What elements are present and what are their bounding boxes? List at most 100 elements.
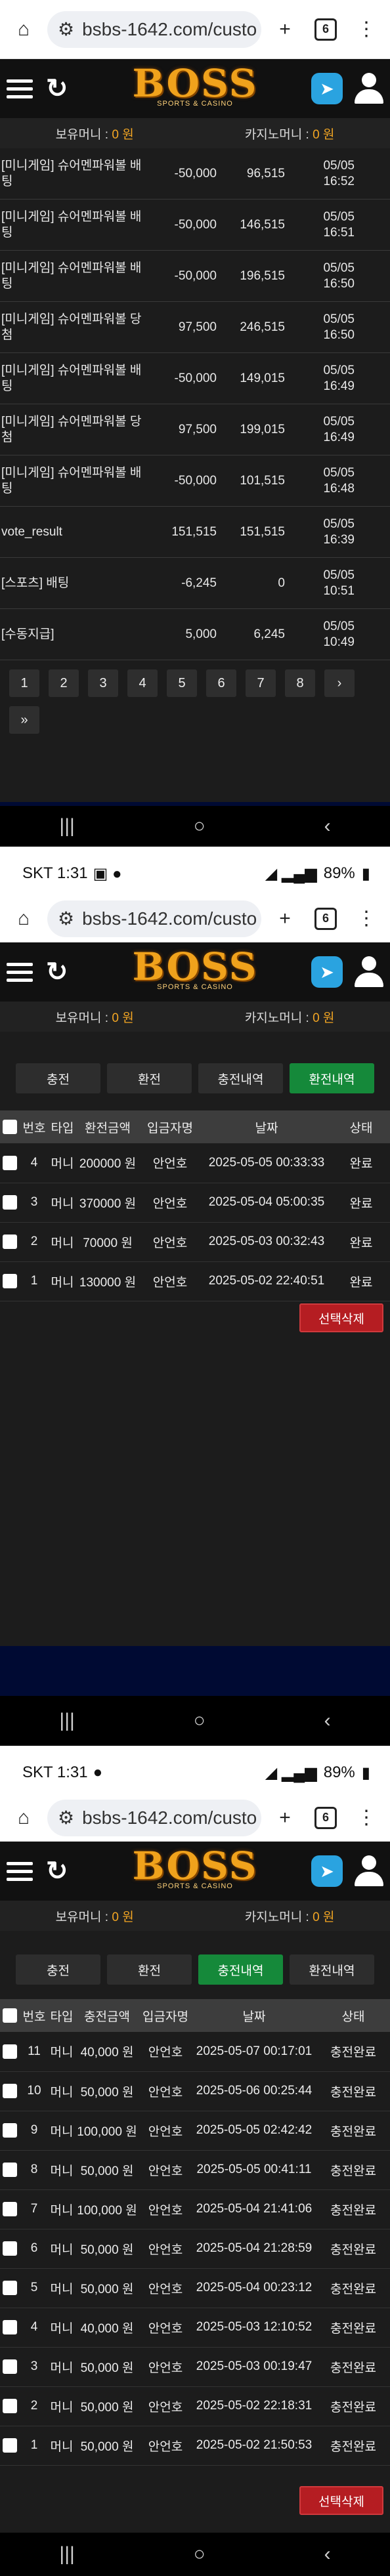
tab-deposit[interactable]: 충전: [16, 1063, 100, 1093]
page-button[interactable]: 4: [127, 669, 158, 697]
refresh-icon[interactable]: ↻: [46, 957, 68, 987]
page-button[interactable]: 7: [246, 669, 276, 697]
menu-icon[interactable]: [7, 962, 33, 982]
home-button-icon[interactable]: ○: [194, 815, 206, 837]
cell-no: 3: [20, 1183, 49, 1223]
cell-no: 3: [20, 2347, 49, 2387]
site-settings-icon[interactable]: ⚙: [58, 1807, 74, 1828]
page-button[interactable]: 2: [49, 669, 79, 697]
tab-withdraw-history[interactable]: 환전내역: [290, 1063, 374, 1093]
row-checkbox[interactable]: [3, 1194, 17, 1210]
back-icon[interactable]: ‹: [324, 815, 331, 837]
home-button-icon[interactable]: ○: [194, 1710, 206, 1732]
cell-no: 9: [20, 2111, 49, 2151]
home-icon[interactable]: ⌂: [7, 1801, 41, 1835]
history-balance: 0: [278, 576, 285, 590]
back-icon[interactable]: ‹: [324, 2543, 331, 2565]
new-tab-icon[interactable]: +: [268, 12, 302, 47]
site-settings-icon[interactable]: ⚙: [58, 18, 74, 40]
history-date: 05/05: [323, 517, 355, 531]
table-row: 3 머니 370000 원 안언호 2025-05-04 05:00:35 완료: [0, 1183, 390, 1223]
refresh-icon[interactable]: ↻: [46, 1856, 68, 1886]
table-row: 7 머니 100,000 원 안언호 2025-05-04 21:41:06 충전완료: [0, 2189, 390, 2229]
page-button[interactable]: 3: [88, 669, 118, 697]
cell-status: 충전완료: [316, 2347, 390, 2387]
tab-deposit-history[interactable]: 충전내역: [198, 1954, 283, 1985]
row-checkbox[interactable]: [3, 2083, 17, 2098]
select-all-checkbox[interactable]: [3, 1119, 17, 1134]
tab-switcher-icon[interactable]: 6: [309, 12, 343, 47]
row-checkbox[interactable]: [3, 2044, 17, 2059]
tab-deposit-history[interactable]: 충전내역: [198, 1063, 283, 1093]
row-checkbox[interactable]: [3, 1273, 17, 1288]
telegram-icon[interactable]: ➤: [311, 956, 343, 988]
row-checkbox-cell: [0, 2268, 20, 2308]
row-checkbox[interactable]: [3, 2241, 17, 2256]
site-logo[interactable]: BOSS SPORTS & CASINO: [132, 63, 257, 108]
row-checkbox[interactable]: [3, 2280, 17, 2295]
row-checkbox[interactable]: [3, 1234, 17, 1249]
row-checkbox-cell: [0, 1143, 20, 1183]
history-time: 16:49: [323, 379, 355, 393]
recent-apps-icon[interactable]: |||: [59, 815, 74, 837]
page-button[interactable]: 6: [206, 669, 236, 697]
back-icon[interactable]: ‹: [324, 1710, 331, 1732]
tab-switcher-icon[interactable]: 6: [309, 902, 343, 936]
tab-withdraw[interactable]: 환전: [107, 1954, 192, 1985]
address-bar[interactable]: ⚙ bsbs-1642.com/custo: [47, 1799, 261, 1836]
home-button-icon[interactable]: ○: [194, 2543, 206, 2565]
history-desc: [미니게임] 슈어멘파워볼 배팅: [1, 261, 142, 291]
deposit-history-screen: SKT 1:31 ● ◢ ▂▄▆ 89% ▮ ⌂ ⚙ bsbs-1642.com/cu…: [0, 1751, 390, 2576]
recent-apps-icon[interactable]: |||: [59, 2543, 74, 2565]
user-icon[interactable]: [355, 1855, 383, 1887]
history-balance: 196,515: [240, 268, 285, 283]
row-checkbox[interactable]: [3, 2359, 17, 2374]
home-icon[interactable]: ⌂: [7, 902, 41, 936]
history-desc: [미니게임] 슈어멘파워볼 배팅: [1, 465, 142, 496]
url-text: bsbs-1642.com/custo: [82, 1807, 257, 1828]
row-checkbox[interactable]: [3, 2438, 17, 2453]
row-checkbox[interactable]: [3, 2162, 17, 2177]
home-icon[interactable]: ⌂: [7, 12, 41, 47]
delete-selected-button[interactable]: 선택삭제: [299, 2486, 383, 2515]
page-button[interactable]: 1: [9, 669, 39, 697]
recent-apps-icon[interactable]: |||: [59, 1710, 74, 1732]
row-checkbox-cell: [0, 2111, 20, 2151]
menu-icon[interactable]: [7, 1861, 33, 1881]
tab-withdraw[interactable]: 환전: [107, 1063, 192, 1093]
user-icon[interactable]: [355, 956, 383, 988]
menu-icon[interactable]: [7, 79, 33, 98]
tab-withdraw-history[interactable]: 환전내역: [290, 1954, 374, 1985]
address-bar[interactable]: ⚙ bsbs-1642.com/custo: [47, 11, 261, 48]
row-checkbox[interactable]: [3, 1155, 17, 1170]
row-checkbox[interactable]: [3, 2201, 17, 2216]
page-button[interactable]: »: [9, 706, 39, 734]
tab-switcher-icon[interactable]: 6: [309, 1801, 343, 1835]
history-datetime: 05/05 10:49: [285, 619, 370, 650]
tab-deposit[interactable]: 충전: [16, 1954, 100, 1985]
android-nav-bar: ||| ○ ‹: [0, 1696, 390, 1746]
history-balance: 96,515: [246, 166, 285, 180]
refresh-icon[interactable]: ↻: [46, 74, 68, 104]
new-tab-icon[interactable]: +: [268, 1801, 302, 1835]
row-checkbox[interactable]: [3, 2122, 17, 2138]
page-button[interactable]: 5: [167, 669, 197, 697]
telegram-icon[interactable]: ➤: [311, 1855, 343, 1887]
select-all-checkbox[interactable]: [3, 2008, 17, 2023]
casino-money: 카지노머니 : 0 원: [244, 1011, 335, 1025]
more-menu-icon[interactable]: ⋮: [349, 12, 383, 47]
user-icon[interactable]: [355, 73, 383, 104]
more-menu-icon[interactable]: ⋮: [349, 1801, 383, 1835]
telegram-icon[interactable]: ➤: [311, 73, 343, 104]
row-checkbox[interactable]: [3, 2319, 17, 2334]
site-logo[interactable]: BOSS SPORTS & CASINO: [132, 946, 257, 991]
delete-selected-button[interactable]: 선택삭제: [299, 1303, 383, 1332]
page-button[interactable]: ›: [324, 669, 355, 697]
site-logo[interactable]: BOSS SPORTS & CASINO: [132, 1846, 257, 1890]
more-menu-icon[interactable]: ⋮: [349, 902, 383, 936]
site-settings-icon[interactable]: ⚙: [58, 908, 74, 929]
row-checkbox[interactable]: [3, 2398, 17, 2413]
page-button[interactable]: 8: [285, 669, 315, 697]
address-bar[interactable]: ⚙ bsbs-1642.com/custo: [47, 900, 261, 937]
new-tab-icon[interactable]: +: [268, 902, 302, 936]
